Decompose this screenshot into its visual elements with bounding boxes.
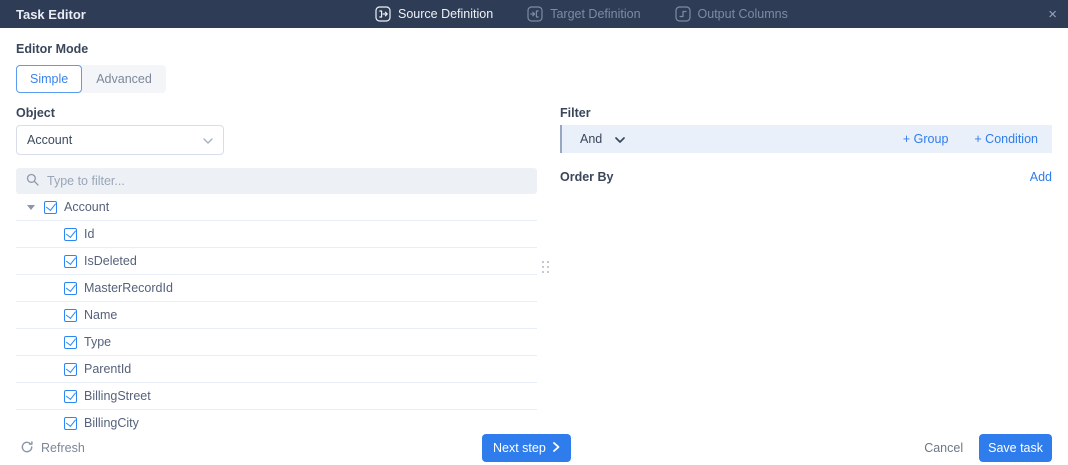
- editor-mode-label: Editor Mode: [16, 42, 89, 56]
- dialog-header: Task Editor Source Definition Target Def…: [0, 0, 1068, 28]
- footer-actions: Cancel Save task: [924, 431, 1052, 465]
- tree-row-label: Id: [84, 227, 95, 241]
- editor-mode-simple-button[interactable]: Simple: [16, 65, 83, 93]
- target-definition-icon: [527, 6, 543, 22]
- filter-group-bar: And + Group + Condition: [560, 125, 1052, 153]
- close-icon[interactable]: ×: [1048, 0, 1057, 28]
- refresh-button[interactable]: Refresh: [20, 431, 85, 465]
- checkbox-checked-icon[interactable]: [64, 362, 77, 376]
- object-select-value: Account: [27, 133, 73, 147]
- header-tabs: Source Definition Target Definition Outp…: [375, 0, 788, 28]
- tree-row-field[interactable]: ParentId: [16, 356, 537, 383]
- tree-row-field[interactable]: MasterRecordId: [16, 275, 537, 302]
- field-search-box: [16, 168, 537, 194]
- checkbox-checked-icon[interactable]: [64, 254, 77, 268]
- chevron-right-icon: [552, 441, 560, 455]
- cancel-button[interactable]: Cancel: [924, 441, 963, 455]
- editor-mode-section: Editor Mode Simple Advanced: [16, 42, 166, 93]
- tree-row-label: BillingStreet: [84, 389, 151, 403]
- field-tree: Account Id IsDeleted MasterRecordId Name…: [16, 194, 537, 464]
- object-label: Object: [16, 106, 55, 120]
- add-condition-button[interactable]: + Condition: [974, 132, 1038, 146]
- tab-label: Target Definition: [550, 7, 641, 21]
- tree-row-label: Account: [64, 200, 110, 214]
- tree-row-label: MasterRecordId: [84, 281, 173, 295]
- search-icon: [26, 173, 39, 189]
- next-step-button[interactable]: Next step: [482, 434, 571, 462]
- tab-target-definition[interactable]: Target Definition: [527, 6, 641, 22]
- checkbox-checked-icon[interactable]: [64, 416, 77, 430]
- checkbox-checked-icon[interactable]: [44, 200, 57, 214]
- editor-mode-toggle: Simple Advanced: [16, 65, 166, 93]
- checkbox-checked-icon[interactable]: [64, 308, 77, 322]
- caret-down-icon[interactable]: [27, 204, 35, 210]
- filter-operator-select[interactable]: And: [580, 132, 626, 146]
- tab-source-definition[interactable]: Source Definition: [375, 6, 493, 22]
- tree-row-account[interactable]: Account: [16, 194, 537, 221]
- tree-row-field[interactable]: BillingStreet: [16, 383, 537, 410]
- tree-row-field[interactable]: Name: [16, 302, 537, 329]
- tree-row-field[interactable]: Type: [16, 329, 537, 356]
- refresh-icon: [20, 440, 34, 457]
- tree-row-field[interactable]: Id: [16, 221, 537, 248]
- search-input[interactable]: [47, 174, 527, 188]
- source-object-panel: Object Account Account Id IsDeleted: [16, 106, 537, 465]
- order-by-section: Order By Add: [560, 170, 1052, 184]
- tab-label: Source Definition: [398, 7, 494, 21]
- filter-operator-value: And: [580, 132, 603, 146]
- tree-row-label: Type: [84, 335, 112, 349]
- dialog-title: Task Editor: [16, 6, 86, 22]
- tree-row-label: ParentId: [84, 362, 132, 376]
- checkbox-checked-icon[interactable]: [64, 389, 77, 403]
- order-by-add-button[interactable]: Add: [1030, 170, 1052, 184]
- chevron-down-icon: [615, 132, 626, 146]
- panel-splitter-handle[interactable]: [542, 261, 549, 273]
- tree-row-field[interactable]: IsDeleted: [16, 248, 537, 275]
- tab-label: Output Columns: [697, 7, 788, 21]
- tree-row-label: BillingCity: [84, 416, 139, 430]
- output-columns-icon: [674, 6, 691, 22]
- checkbox-checked-icon[interactable]: [64, 335, 77, 349]
- object-select[interactable]: Account: [16, 125, 224, 155]
- tree-row-label: Name: [84, 308, 118, 322]
- source-definition-icon: [375, 6, 391, 22]
- add-group-button[interactable]: + Group: [903, 132, 949, 146]
- next-step-label: Next step: [493, 441, 546, 455]
- order-by-label: Order By: [560, 170, 614, 184]
- editor-mode-advanced-button[interactable]: Advanced: [82, 65, 166, 93]
- dialog-footer: Refresh Next step Cancel Save task: [0, 431, 1068, 465]
- save-task-button[interactable]: Save task: [979, 434, 1052, 462]
- checkbox-checked-icon[interactable]: [64, 227, 77, 241]
- filter-label: Filter: [560, 106, 591, 120]
- tab-output-columns[interactable]: Output Columns: [674, 6, 788, 22]
- tree-row-label: IsDeleted: [84, 254, 137, 268]
- chevron-down-icon: [203, 133, 213, 147]
- checkbox-checked-icon[interactable]: [64, 281, 77, 295]
- filter-panel: Filter And + Group + Condition Order By …: [560, 106, 1052, 184]
- refresh-label: Refresh: [41, 441, 85, 455]
